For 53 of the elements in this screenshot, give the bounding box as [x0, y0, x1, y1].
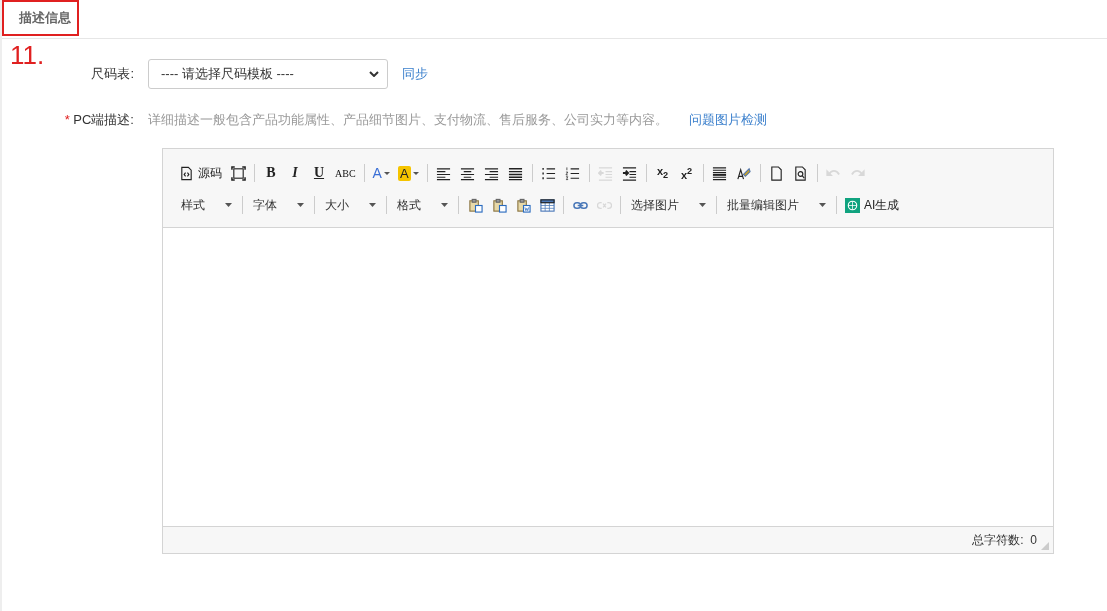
- italic-button[interactable]: I: [283, 161, 307, 185]
- indent-icon: [622, 165, 638, 181]
- pc-description-label: * PC端描述:: [63, 111, 135, 129]
- ai-button[interactable]: AI生成: [841, 193, 904, 217]
- caret-icon: [441, 203, 448, 207]
- bullet-list-icon: [541, 165, 557, 181]
- backcolor-button[interactable]: A: [393, 161, 423, 185]
- sync-link[interactable]: 同步: [402, 65, 428, 83]
- chevron-down-icon: [369, 71, 379, 77]
- clipboard-icon: [491, 197, 507, 213]
- page-magnifier-icon: [793, 165, 809, 181]
- character-count: 总字符数: 0: [972, 531, 1037, 549]
- clipboard-icon: [467, 197, 483, 213]
- align-left-icon: [436, 165, 452, 181]
- caret-icon: [297, 203, 304, 207]
- expand-icon: [230, 165, 246, 181]
- source-button[interactable]: 源码: [175, 161, 226, 185]
- caret-icon: [412, 171, 419, 175]
- table-icon: [539, 197, 555, 213]
- outdent-icon: [598, 165, 614, 181]
- subscript-button[interactable]: x$_{2}$: [650, 161, 675, 185]
- size-chart-label: 尺码表:: [90, 65, 135, 83]
- toolbar-dropdown[interactable]: 大小: [319, 193, 382, 217]
- image-check-link[interactable]: 问题图片检测: [689, 111, 767, 129]
- horizontal-rule-icon: [712, 165, 728, 181]
- description-tab[interactable]: 描述信息: [2, 0, 79, 36]
- caret-icon: [699, 203, 706, 207]
- code-file-icon: [179, 165, 194, 181]
- superscript-button[interactable]: x$^{2}$: [674, 161, 699, 185]
- toolbar-dropdown[interactable]: 批量编辑图片: [721, 193, 832, 217]
- strike-button[interactable]: ABC: [331, 161, 360, 185]
- bold-button[interactable]: B: [259, 161, 283, 185]
- toolbar-dropdown[interactable]: 格式: [391, 193, 454, 217]
- caret-icon: [819, 203, 826, 207]
- annotation-number: 11.: [10, 41, 46, 69]
- caret-icon: [225, 203, 232, 207]
- ai-logo-icon: [845, 197, 860, 213]
- align-right-icon: [484, 165, 500, 181]
- numbered-list-icon: [565, 165, 581, 181]
- caret-icon: [369, 203, 376, 207]
- toolbar-dropdown[interactable]: 样式: [175, 193, 238, 217]
- toolbar-dropdown[interactable]: 字体: [247, 193, 310, 217]
- clipboard-icon: [515, 197, 531, 213]
- toolbar-dropdown[interactable]: 选择图片: [625, 193, 712, 217]
- underline-button[interactable]: U: [307, 161, 331, 185]
- justify-icon: [508, 165, 524, 181]
- resize-handle-icon[interactable]: [1041, 542, 1049, 550]
- align-center-icon: [460, 165, 476, 181]
- forecolor-button[interactable]: A: [368, 161, 394, 185]
- brush-icon: [736, 165, 752, 181]
- caret-icon: [383, 171, 390, 175]
- size-template-select[interactable]: ---- 请选择尺码模板 ----: [148, 59, 388, 89]
- page-icon: [769, 165, 785, 181]
